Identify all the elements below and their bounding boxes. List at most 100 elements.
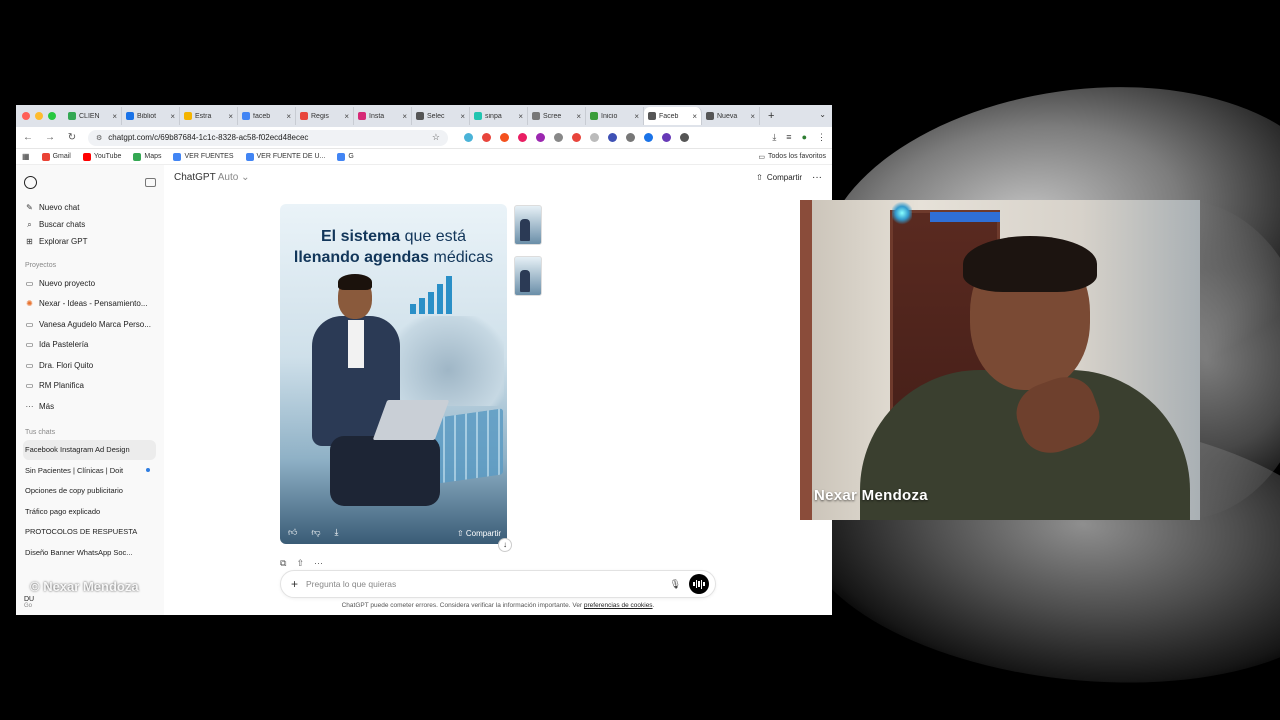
apps-grid-icon[interactable]: ▦ xyxy=(22,152,30,161)
plus-icon[interactable]: + xyxy=(291,577,298,591)
more-icon[interactable]: ··· xyxy=(314,558,323,569)
maximize-window-button[interactable] xyxy=(48,112,56,120)
menu-dots-icon[interactable]: ⋮ xyxy=(817,132,826,143)
cookie-preferences-link[interactable]: preferencias de cookies xyxy=(584,602,653,609)
thumbs-up-icon[interactable]: 👍︎ xyxy=(288,527,297,538)
chat-item[interactable]: Tráfico pago explicado xyxy=(24,501,156,522)
forward-button[interactable]: → xyxy=(44,132,56,143)
scroll-down-icon[interactable]: ↓ xyxy=(498,538,512,552)
profile-icon[interactable]: ● xyxy=(802,132,807,143)
browser-tab[interactable]: Selec × xyxy=(412,107,470,125)
close-tab-icon[interactable]: × xyxy=(634,112,639,121)
extension-icon[interactable] xyxy=(644,133,653,142)
close-window-button[interactable] xyxy=(22,112,30,120)
back-button[interactable]: ← xyxy=(22,132,34,143)
image-share-button[interactable]: ⇧ Compartir xyxy=(457,529,501,538)
close-tab-icon[interactable]: × xyxy=(112,112,117,121)
project-item[interactable]: ▭ RM Planifica xyxy=(24,376,156,397)
extension-icon[interactable] xyxy=(500,133,509,142)
tab-search-chevron-icon[interactable]: ⌄ xyxy=(819,110,826,119)
browser-tab[interactable]: Faceb × xyxy=(644,107,702,125)
openai-logo-icon[interactable] xyxy=(24,175,37,189)
bookmark-item[interactable]: Gmail xyxy=(41,152,71,161)
extension-icon[interactable] xyxy=(608,133,617,142)
image-thumbnail[interactable] xyxy=(514,256,542,296)
close-tab-icon[interactable]: × xyxy=(228,112,233,121)
close-tab-icon[interactable]: × xyxy=(286,112,291,121)
minimize-window-button[interactable] xyxy=(35,112,43,120)
close-tab-icon[interactable]: × xyxy=(576,112,581,121)
puzzle-icon[interactable] xyxy=(680,133,689,142)
extension-icon[interactable] xyxy=(464,133,473,142)
bookmark-item[interactable]: Maps xyxy=(133,152,161,161)
browser-tab[interactable]: Inicio × xyxy=(586,107,644,125)
share-button[interactable]: ⇧ Compartir xyxy=(756,173,802,182)
project-item[interactable]: ▭ Vanesa Agudelo Marca Perso... xyxy=(24,314,156,335)
bookmark-item[interactable]: VER FUENTES xyxy=(173,152,234,161)
prompt-input[interactable] xyxy=(306,579,662,589)
extension-icon[interactable] xyxy=(662,133,671,142)
thumbs-down-icon[interactable]: 👎︎ xyxy=(311,527,320,538)
browser-tab[interactable]: sinpa × xyxy=(470,107,528,125)
browser-tab[interactable]: Bibliot × xyxy=(122,107,180,125)
browser-tab[interactable]: faceb × xyxy=(238,107,296,125)
extension-icon[interactable] xyxy=(536,133,545,142)
download-icon[interactable]: ⤓ xyxy=(335,527,339,538)
share-icon[interactable]: ⇧ xyxy=(296,558,304,569)
close-tab-icon[interactable]: × xyxy=(750,112,755,121)
user-account[interactable]: DU Go xyxy=(24,596,34,609)
chat-item[interactable]: Facebook Instagram Ad Design xyxy=(23,439,156,460)
all-bookmarks-button[interactable]: ▭ Todos los favoritos xyxy=(758,153,826,161)
extension-icon[interactable] xyxy=(518,133,527,142)
close-tab-icon[interactable]: × xyxy=(692,112,697,121)
folder-icon: ▭ xyxy=(25,278,34,288)
browser-tab[interactable]: Insta × xyxy=(354,107,412,125)
extension-icon[interactable] xyxy=(482,133,491,142)
sidebar-item[interactable]: ✎ Nuevo chat xyxy=(24,199,156,216)
sidebar-toggle-icon[interactable] xyxy=(145,177,156,187)
sidebar-item[interactable]: ⊞ Explorar GPT xyxy=(24,233,156,250)
extension-icon[interactable] xyxy=(626,133,635,142)
chat-item[interactable]: Diseño Banner WhatsApp Soc... xyxy=(24,542,156,563)
close-tab-icon[interactable]: × xyxy=(170,112,175,121)
sidebar-item[interactable]: ⌕ Buscar chats xyxy=(24,216,156,233)
more-options-icon[interactable]: ··· xyxy=(812,172,822,183)
microphone-icon[interactable]: 🎙︎ xyxy=(670,579,681,590)
generated-image[interactable]: El sistema que está llenando agendas méd… xyxy=(280,204,507,544)
browser-tab[interactable]: Scree × xyxy=(528,107,586,125)
tab-favicon-icon xyxy=(474,112,482,120)
new-tab-button[interactable]: + xyxy=(768,110,774,122)
browser-tab[interactable]: Estra × xyxy=(180,107,238,125)
project-item[interactable]: ▭ Dra. Flori Quito xyxy=(24,355,156,376)
project-item[interactable]: ▭ Nuevo proyecto xyxy=(24,273,156,294)
image-thumbnail[interactable] xyxy=(514,205,542,245)
site-info-icon[interactable]: ⚙ xyxy=(96,134,102,142)
bookmark-item[interactable]: YouTube xyxy=(82,152,121,161)
copy-icon[interactable]: ⧉ xyxy=(280,558,286,569)
extension-icon[interactable] xyxy=(590,133,599,142)
playlist-icon[interactable]: ≡ xyxy=(786,132,791,143)
project-item[interactable]: ··· Más xyxy=(24,396,156,417)
extension-icon[interactable] xyxy=(554,133,563,142)
close-tab-icon[interactable]: × xyxy=(402,112,407,121)
extension-icon[interactable] xyxy=(572,133,581,142)
browser-tab[interactable]: CLIEN × xyxy=(64,107,122,125)
voice-mode-button[interactable] xyxy=(689,574,709,594)
project-item[interactable]: ✺ Nexar - Ideas - Pensamiento... xyxy=(24,294,156,315)
bookmark-star-icon[interactable]: ☆ xyxy=(432,132,440,143)
download-icon[interactable]: ⤓ xyxy=(772,132,776,143)
chat-item[interactable]: Sin Pacientes | Clínicas | Doit xyxy=(24,460,156,481)
close-tab-icon[interactable]: × xyxy=(460,112,465,121)
bookmark-item[interactable]: VER FUENTE DE U... xyxy=(245,152,325,161)
bookmark-item[interactable]: G xyxy=(337,152,354,161)
close-tab-icon[interactable]: × xyxy=(518,112,523,121)
model-selector[interactable]: ChatGPT Auto ⌄ xyxy=(174,172,249,183)
close-tab-icon[interactable]: × xyxy=(344,112,349,121)
browser-tab[interactable]: Nueva × xyxy=(702,107,760,125)
project-item[interactable]: ▭ Ida Pastelería xyxy=(24,335,156,356)
chat-item[interactable]: PROTOCOLOS DE RESPUESTA xyxy=(24,522,156,543)
reload-button[interactable]: ↻ xyxy=(66,132,78,143)
browser-tab[interactable]: Regis × xyxy=(296,107,354,125)
address-bar[interactable]: ⚙ chatgpt.com/c/69b87684-1c1c-8328-ac58-… xyxy=(88,129,448,146)
chat-item[interactable]: Opciones de copy publicitario xyxy=(24,481,156,502)
